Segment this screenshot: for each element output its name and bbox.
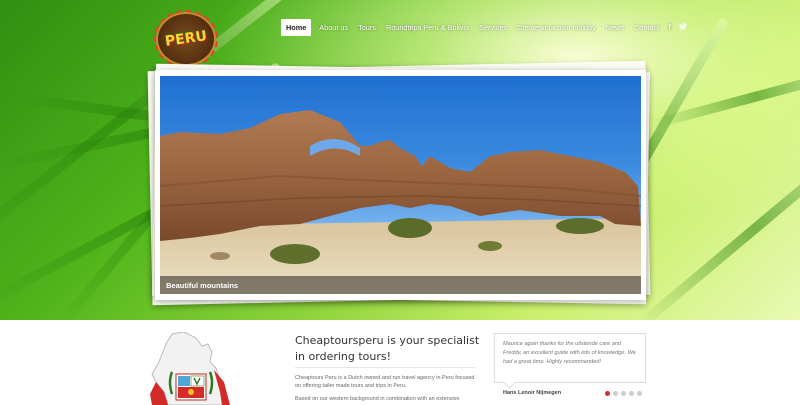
- intro-paragraph: Based on our western background in combi…: [295, 396, 460, 402]
- nav-home[interactable]: Home: [281, 18, 312, 36]
- pagination-dot[interactable]: [621, 391, 626, 396]
- palm-leaf: [636, 128, 800, 320]
- twitter-icon[interactable]: [675, 22, 691, 32]
- site-logo[interactable]: PERU: [154, 10, 218, 68]
- divider: [295, 367, 475, 368]
- palm-leaf: [648, 63, 800, 130]
- slider-caption: Beautiful mountains: [166, 281, 239, 290]
- testimonial-pagination: [605, 391, 642, 396]
- logo-text: PERU: [164, 28, 208, 50]
- facebook-icon[interactable]: f: [664, 23, 675, 32]
- nav-about-us[interactable]: About us: [314, 19, 353, 36]
- nav-services[interactable]: Services: [474, 19, 512, 36]
- pagination-dot[interactable]: [613, 391, 618, 396]
- nav-roundtrips[interactable]: Roundtrips Peru & Bolivia: [381, 19, 474, 36]
- intro-paragraph: Cheaptours Peru is a Dutch owned and run…: [295, 375, 475, 389]
- testimonial-quote: Maurice again thanks for the uitstende c…: [503, 341, 636, 365]
- main-navigation: Home About us Tours Roundtrips Peru & Bo…: [281, 18, 691, 36]
- testimonial-author: Hans Lenoir Nijmegen: [503, 390, 562, 396]
- peru-map-icon: [150, 332, 230, 405]
- nav-tours[interactable]: Tours: [353, 19, 381, 36]
- pagination-dot[interactable]: [637, 391, 642, 396]
- nav-create-holiday[interactable]: Create your own holiday: [512, 19, 601, 36]
- intro-heading: Cheaptoursperu is your specialist in ord…: [295, 334, 480, 363]
- nav-contact[interactable]: Contact: [629, 19, 664, 36]
- pagination-dot[interactable]: [629, 391, 634, 396]
- testimonial-box: Maurice again thanks for the uitstende c…: [494, 333, 646, 383]
- rock-landscape: [160, 110, 641, 294]
- nav-news[interactable]: News: [601, 19, 629, 36]
- slider-image[interactable]: Beautiful mountains: [160, 76, 641, 294]
- pagination-dot[interactable]: [605, 391, 610, 396]
